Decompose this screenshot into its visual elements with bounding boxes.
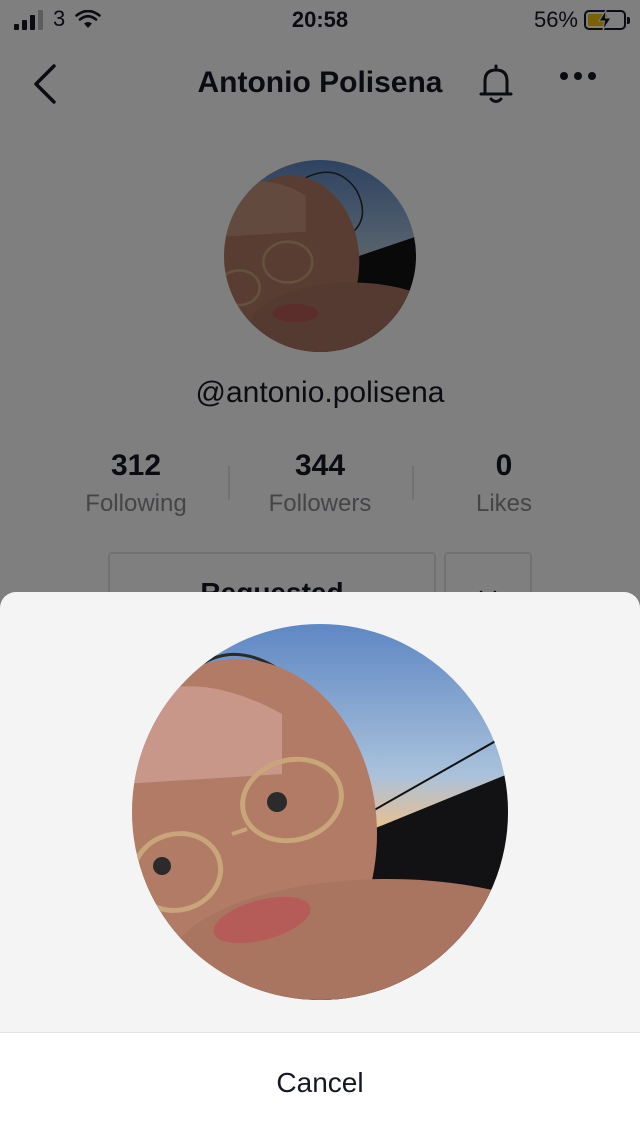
avatar-preview-photo: [132, 624, 508, 1000]
avatar-preview: [132, 624, 508, 1000]
cancel-button[interactable]: Cancel: [0, 1067, 640, 1099]
cancel-bar[interactable]: Cancel: [0, 1032, 640, 1136]
avatar-preview-sheet: Cancel: [0, 592, 640, 1136]
